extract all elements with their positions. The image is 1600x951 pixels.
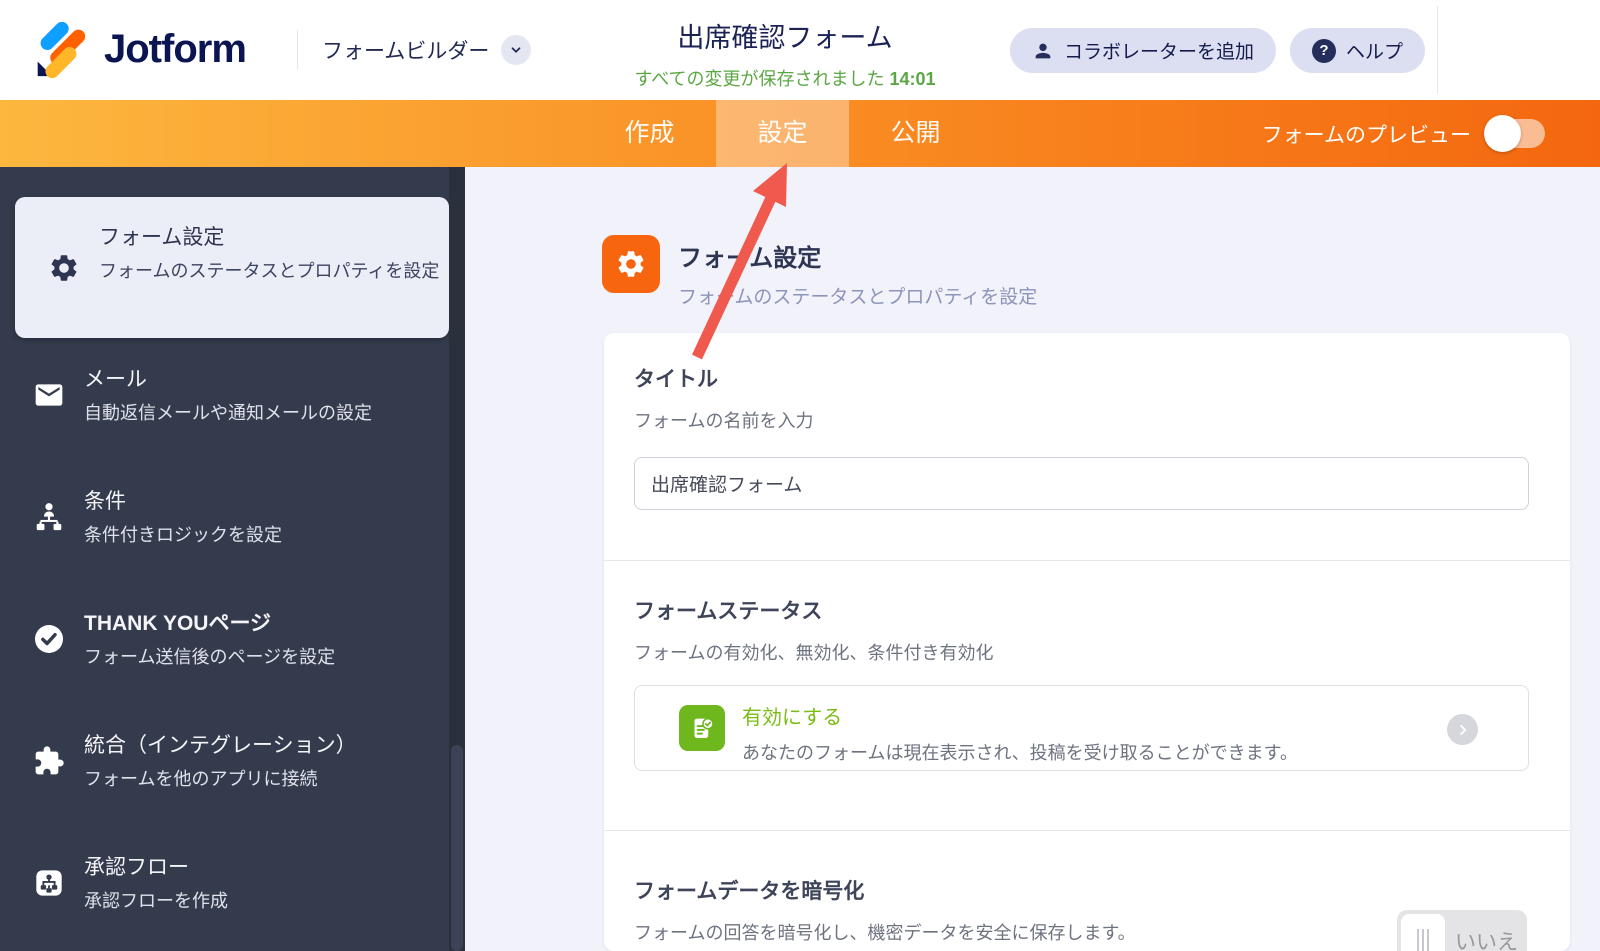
encryption-toggle[interactable]: いいえ — [1397, 910, 1527, 951]
help-label: ヘルプ — [1345, 42, 1403, 63]
sidebar-item-conditions[interactable]: 条件 条件付きロジックを設定 — [0, 482, 449, 552]
autosave-time: 14:01 — [889, 69, 936, 89]
form-status-note: あなたのフォームは現在表示され、投稿を受け取ることができます。 — [742, 743, 1298, 763]
mail-icon — [33, 379, 65, 411]
sidebar-scrollbar-track[interactable] — [449, 167, 465, 951]
jotform-form-builder-screen: Jotform フォームビルダー 出席確認フォーム すべての変更が保存されました… — [0, 0, 1600, 951]
tab-publish[interactable]: 公開 — [849, 100, 982, 167]
sidebar-item-subtitle: フォーム送信後のページを設定 — [84, 647, 336, 667]
sidebar-item-title: 統合（インテグレーション） — [84, 734, 357, 757]
sidebar-item-title: 承認フロー — [84, 856, 189, 879]
encryption-toggle-value: いいえ — [1455, 931, 1518, 951]
autosave-status: すべての変更が保存されました 14:01 — [470, 65, 1100, 91]
page-title: フォーム設定 — [678, 245, 822, 272]
sidebar-item-form-settings[interactable]: フォーム設定 フォームのステータスとプロパティを設定 — [15, 197, 449, 338]
sidebar-item-title: フォーム設定 — [99, 226, 225, 249]
header-divider — [297, 30, 298, 70]
chevron-right-icon[interactable] — [1447, 714, 1478, 745]
form-enabled-icon — [679, 705, 725, 751]
sidebar-item-subtitle: 承認フローを作成 — [84, 891, 228, 911]
product-label: フォームビルダー — [322, 40, 490, 63]
sidebar-item-approval-flows[interactable]: 承認フロー 承認フローを作成 — [0, 848, 449, 918]
autosave-status-text: すべての変更が保存されました — [634, 69, 885, 89]
header-right-divider — [1437, 6, 1438, 94]
sidebar-scrollbar-thumb[interactable] — [451, 745, 463, 951]
sidebar-item-title: 条件 — [84, 490, 126, 513]
sidebar-item-title: THANK YOUページ — [84, 612, 272, 635]
jotform-logo-icon — [37, 21, 86, 79]
check-circle-icon — [33, 623, 65, 655]
form-preview-label: フォームのプレビュー — [1261, 123, 1471, 147]
gear-icon — [48, 252, 80, 284]
gear-icon — [602, 235, 660, 293]
sidebar-item-subtitle: フォームのステータスとプロパティを設定 — [99, 261, 440, 281]
question-icon: ? — [1311, 38, 1336, 63]
sidebar-item-title: メール — [84, 368, 147, 391]
builder-tabs: 作成 設定 公開 — [583, 100, 982, 167]
page-subtitle: フォームのステータスとプロパティを設定 — [678, 287, 1038, 308]
jotform-logo[interactable]: Jotform — [28, 18, 247, 80]
form-status-description: フォームの有効化、無効化、条件付き有効化 — [634, 643, 994, 663]
title-section-description: フォームの名前を入力 — [634, 411, 814, 431]
sidebar-item-subtitle: 自動返信メールや通知メールの設定 — [84, 403, 372, 423]
conditions-icon — [33, 501, 65, 533]
help-button[interactable]: ? ヘルプ — [1289, 28, 1425, 73]
settings-content: フォーム設定 フォームのステータスとプロパティを設定 タイトル フォームの名前を… — [465, 167, 1600, 951]
sidebar-item-subtitle: 条件付きロジックを設定 — [84, 525, 282, 545]
toggle-knob — [1484, 115, 1521, 152]
form-preview-toggle[interactable] — [1484, 115, 1545, 152]
title-section: タイトル フォームの名前を入力 — [604, 333, 1570, 560]
builder-navbar: 作成 設定 公開 フォームのプレビュー — [0, 100, 1600, 167]
app-header: Jotform フォームビルダー 出席確認フォーム すべての変更が保存されました… — [0, 0, 1600, 100]
form-title-input[interactable] — [634, 457, 1529, 510]
toggle-grip-icon — [1401, 914, 1445, 951]
form-status-section: フォームステータス フォームの有効化、無効化、条件付き有効化 有効にする あなた — [604, 561, 1570, 830]
title-section-heading: タイトル — [634, 368, 718, 391]
person-icon — [1035, 43, 1051, 58]
encryption-heading: フォームデータを暗号化 — [634, 880, 865, 903]
approval-flow-icon — [33, 867, 65, 899]
page-header: フォーム設定 フォームのステータスとプロパティを設定 — [602, 235, 1037, 309]
form-title[interactable]: 出席確認フォーム — [470, 16, 1100, 55]
add-collaborator-button[interactable]: コラボレーターを追加 — [1009, 28, 1276, 73]
form-settings-card: タイトル フォームの名前を入力 フォームステータス フォームの有効化、無効化、条… — [604, 333, 1570, 951]
sidebar-item-emails[interactable]: メール 自動返信メールや通知メールの設定 — [0, 360, 449, 430]
puzzle-icon — [33, 745, 65, 777]
encryption-description: フォームの回答を暗号化し、機密データを安全に保存します。 — [634, 923, 1136, 943]
settings-sidebar: フォーム設定 フォームのステータスとプロパティを設定 メール 自動返信メールや通… — [0, 167, 465, 951]
sidebar-item-thank-you[interactable]: THANK YOUページ フォーム送信後のページを設定 — [0, 604, 449, 674]
tab-settings[interactable]: 設定 — [716, 100, 849, 167]
form-status-value: 有効にする — [742, 707, 843, 729]
form-status-selector[interactable]: 有効にする あなたのフォームは現在表示され、投稿を受け取ることができます。 — [634, 685, 1529, 771]
add-collaborator-label: コラボレーターを追加 — [1063, 42, 1254, 63]
tab-build[interactable]: 作成 — [583, 100, 716, 167]
sidebar-item-integrations[interactable]: 統合（インテグレーション） フォームを他のアプリに接続 — [0, 726, 449, 796]
sidebar-item-subtitle: フォームを他のアプリに接続 — [84, 769, 318, 789]
jotform-logo-text: Jotform — [104, 26, 247, 71]
form-status-heading: フォームステータス — [634, 600, 823, 623]
